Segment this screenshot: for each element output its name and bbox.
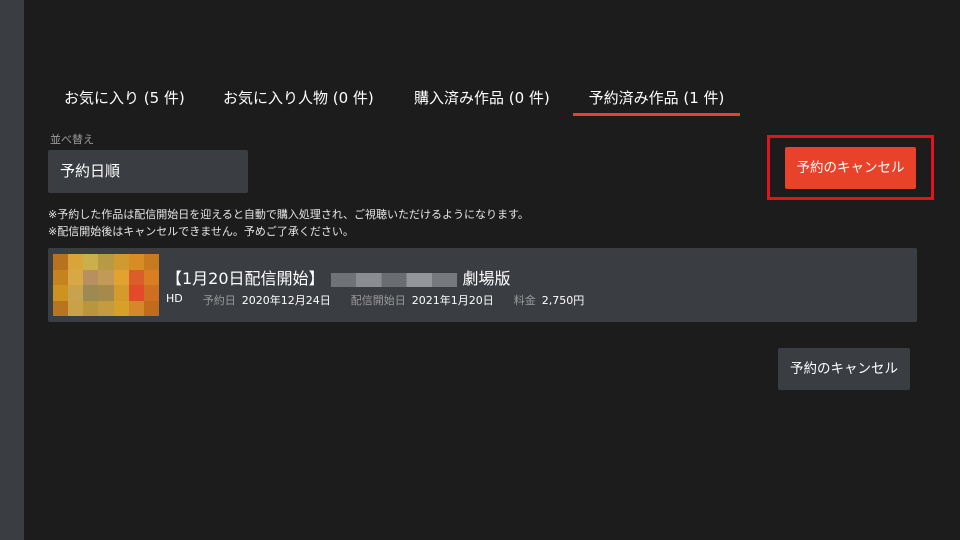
- notes: ※予約した作品は配信開始日を迎えると自動で購入処理され、ご視聴いただけるようにな…: [48, 206, 529, 240]
- note-line: ※配信開始後はキャンセルできません。予めご了承ください。: [48, 225, 354, 238]
- release-date: 2021年1月20日: [411, 294, 494, 307]
- price-label: 料金: [513, 294, 536, 307]
- quality-badge: HD: [166, 292, 183, 305]
- thumbnail-image: [53, 254, 159, 316]
- cancel-reservation-button-secondary[interactable]: 予約のキャンセル: [778, 348, 910, 390]
- sort-dropdown[interactable]: 予約日順: [48, 150, 248, 193]
- sort-label: 並べ替え: [50, 133, 94, 146]
- left-rail: [0, 0, 24, 540]
- tab-favorites[interactable]: お気に入り (5 件): [56, 86, 193, 114]
- price: 2,750円: [541, 294, 585, 307]
- cancel-reservation-button[interactable]: 予約のキャンセル: [785, 147, 916, 189]
- note-line: ※予約した作品は配信開始日を迎えると自動で購入処理され、ご視聴いただけるようにな…: [48, 208, 529, 221]
- title-suffix: 劇場版: [462, 269, 511, 288]
- tab-reserved[interactable]: 予約済み作品 (1 件): [573, 86, 740, 116]
- title-prefix: 【1月20日配信開始】: [166, 269, 325, 288]
- blurred-title: [330, 272, 457, 287]
- reserve-date-label: 予約日: [202, 294, 236, 307]
- tab-purchased[interactable]: 購入済み作品 (0 件): [406, 86, 558, 114]
- release-date-label: 配信開始日: [350, 294, 406, 307]
- reserve-date: 2020年12月24日: [241, 294, 331, 307]
- reserved-item-row[interactable]: 【1月20日配信開始】 劇場版 HD 予約日 2020年12月24日 配信開始日 20…: [48, 248, 917, 322]
- tab-favorite-people[interactable]: お気に入り人物 (0 件): [215, 86, 382, 114]
- item-title: 【1月20日配信開始】 劇場版: [166, 265, 511, 289]
- item-meta: HD 予約日 2020年12月24日 配信開始日 2021年1月20日 料金 2,75…: [166, 292, 604, 308]
